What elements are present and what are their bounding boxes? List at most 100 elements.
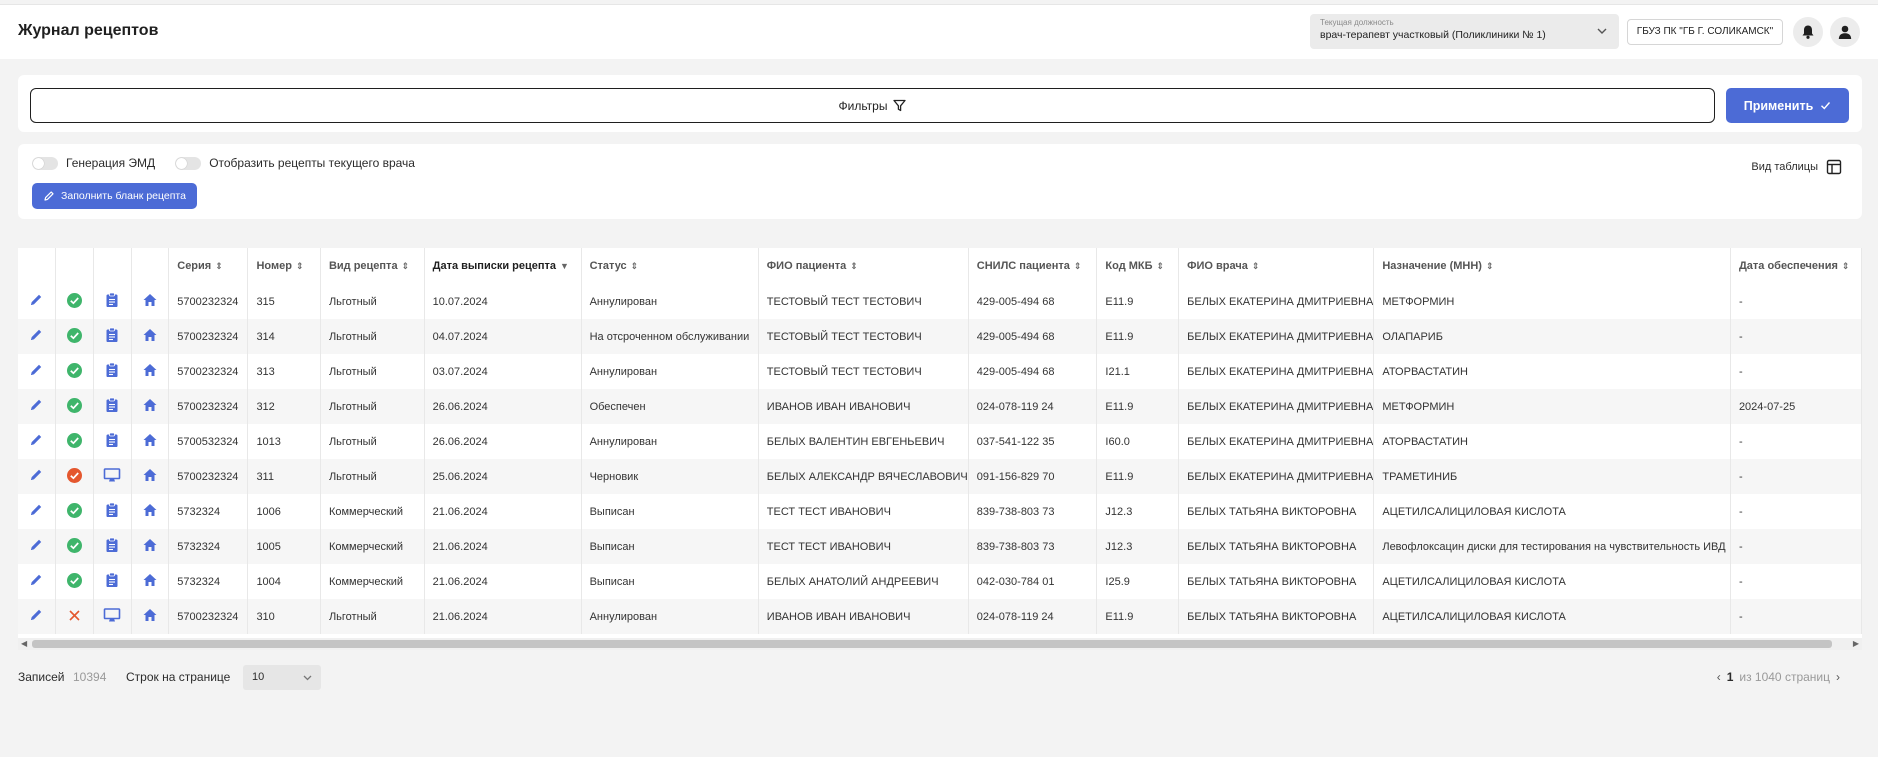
column-header-drug[interactable]: Назначение (МНН) ⇕ <box>1373 248 1731 284</box>
table-row[interactable]: 5700232324 314 Льготный 04.07.2024 На отсроч… <box>18 319 1862 354</box>
home-icon[interactable] <box>142 467 158 483</box>
table-row[interactable]: 5700232324 312 Льготный 26.06.2024 Обеспечен… <box>18 389 1862 424</box>
table-row[interactable]: 5700232324 310 Льготный 21.06.2024 Аннулиров… <box>18 599 1862 634</box>
edit-cell[interactable] <box>18 354 56 389</box>
document-cell[interactable] <box>93 354 133 389</box>
current-doctor-toggle[interactable] <box>175 156 202 170</box>
column-header-patient[interactable]: ФИО пациента ⇕ <box>758 248 969 284</box>
home-cell[interactable] <box>131 564 170 599</box>
home-icon[interactable] <box>142 432 158 448</box>
emd-toggle[interactable] <box>32 156 58 170</box>
home-cell[interactable] <box>131 494 170 529</box>
next-page-icon[interactable]: › <box>1836 670 1840 684</box>
scrollbar-thumb[interactable] <box>32 640 1832 648</box>
scroll-left-icon[interactable]: ◀ <box>21 639 27 648</box>
column-header-status[interactable]: Статус ⇕ <box>581 248 759 284</box>
edit-cell[interactable] <box>18 459 56 494</box>
notifications-button[interactable] <box>1793 17 1823 47</box>
column-header-number[interactable]: Номер ⇕ <box>247 248 321 284</box>
home-cell[interactable] <box>131 424 170 459</box>
pencil-icon[interactable] <box>28 432 44 448</box>
document-cell[interactable] <box>93 599 133 634</box>
edit-cell[interactable] <box>18 599 56 634</box>
edit-cell[interactable] <box>18 424 56 459</box>
pencil-icon[interactable] <box>28 397 44 413</box>
pencil-icon[interactable] <box>28 572 44 588</box>
column-header-doctor[interactable]: ФИО врача ⇕ <box>1178 248 1375 284</box>
home-cell[interactable] <box>131 529 170 564</box>
prev-page-icon[interactable]: ‹ <box>1717 670 1721 684</box>
pencil-icon[interactable] <box>28 467 44 483</box>
scroll-right-icon[interactable]: ▶ <box>1853 639 1859 648</box>
table-row[interactable]: 5700232324 313 Льготный 03.07.2024 Аннулиров… <box>18 354 1862 389</box>
home-icon[interactable] <box>142 397 158 413</box>
monitor-icon[interactable] <box>103 607 121 623</box>
document-cell[interactable] <box>93 494 133 529</box>
profile-button[interactable] <box>1830 17 1860 47</box>
home-cell[interactable] <box>131 319 170 354</box>
edit-cell[interactable] <box>18 319 56 354</box>
home-icon[interactable] <box>142 292 158 308</box>
position-select[interactable]: Текущая должность врач-терапевт участков… <box>1310 14 1619 49</box>
pencil-icon[interactable] <box>28 362 44 378</box>
table-row[interactable]: 5732324 1004 Коммерческий 21.06.2024 Выписан… <box>18 564 1862 599</box>
edit-cell[interactable] <box>18 564 56 599</box>
organization-button[interactable]: ГБУЗ ПК "ГБ Г. СОЛИКАМСК" <box>1627 19 1783 45</box>
column-header-series[interactable]: Серия ⇕ <box>168 248 249 284</box>
column-header-supply-date[interactable]: Дата обеспечения ⇕ <box>1730 248 1862 284</box>
apply-button[interactable]: Применить <box>1726 88 1849 123</box>
fill-form-button[interactable]: Заполнить бланк рецепта <box>32 183 197 209</box>
clipboard-icon[interactable] <box>104 432 120 448</box>
home-cell[interactable] <box>131 599 170 634</box>
table-row[interactable]: 5700232324 311 Льготный 25.06.2024 Черновик Б… <box>18 459 1862 494</box>
document-cell[interactable] <box>93 459 133 494</box>
cell-snils: 037-541-122 35 <box>968 424 1098 459</box>
clipboard-icon[interactable] <box>104 537 120 553</box>
clipboard-icon[interactable] <box>104 292 120 308</box>
clipboard-icon[interactable] <box>104 502 120 518</box>
home-icon[interactable] <box>142 502 158 518</box>
home-cell[interactable] <box>131 354 170 389</box>
column-header-snils[interactable]: СНИЛС пациента ⇕ <box>968 248 1098 284</box>
cell-supply-date: - <box>1730 599 1862 634</box>
edit-cell[interactable] <box>18 389 56 424</box>
document-cell[interactable] <box>93 529 133 564</box>
document-cell[interactable] <box>93 389 133 424</box>
rows-per-page-select[interactable]: 10 <box>243 665 321 690</box>
pencil-icon[interactable] <box>28 502 44 518</box>
document-cell[interactable] <box>93 424 133 459</box>
edit-cell[interactable] <box>18 529 56 564</box>
column-header-mkb[interactable]: Код МКБ ⇕ <box>1096 248 1180 284</box>
document-cell[interactable] <box>93 564 133 599</box>
clipboard-icon[interactable] <box>104 327 120 343</box>
home-icon[interactable] <box>142 537 158 553</box>
table-row[interactable]: 5700532324 1013 Льготный 26.06.2024 Аннулиро… <box>18 424 1862 459</box>
home-icon[interactable] <box>142 607 158 623</box>
edit-cell[interactable] <box>18 494 56 529</box>
column-header-date[interactable]: Дата выписки рецепта ▼ <box>424 248 582 284</box>
home-cell[interactable] <box>131 284 170 319</box>
table-row[interactable]: 5732324 1005 Коммерческий 21.06.2024 Выписан… <box>18 529 1862 564</box>
horizontal-scrollbar[interactable]: ◀ ▶ <box>18 638 1862 650</box>
clipboard-icon[interactable] <box>104 397 120 413</box>
document-cell[interactable] <box>93 319 133 354</box>
home-cell[interactable] <box>131 389 170 424</box>
table-row[interactable]: 5700232324 315 Льготный 10.07.2024 Аннулиров… <box>18 284 1862 319</box>
clipboard-icon[interactable] <box>104 362 120 378</box>
edit-cell[interactable] <box>18 284 56 319</box>
clipboard-icon[interactable] <box>104 572 120 588</box>
home-icon[interactable] <box>142 362 158 378</box>
document-cell[interactable] <box>93 284 133 319</box>
table-row[interactable]: 5732324 1006 Коммерческий 21.06.2024 Выписан… <box>18 494 1862 529</box>
filters-button[interactable]: Фильтры <box>30 88 1715 123</box>
home-icon[interactable] <box>142 327 158 343</box>
pencil-icon[interactable] <box>28 327 44 343</box>
home-cell[interactable] <box>131 459 170 494</box>
column-header-type[interactable]: Вид рецепта ⇕ <box>320 248 425 284</box>
monitor-icon[interactable] <box>103 467 121 483</box>
view-table-button[interactable]: Вид таблицы <box>1751 159 1842 175</box>
pencil-icon[interactable] <box>28 292 44 308</box>
pencil-icon[interactable] <box>28 607 44 623</box>
home-icon[interactable] <box>142 572 158 588</box>
pencil-icon[interactable] <box>28 537 44 553</box>
